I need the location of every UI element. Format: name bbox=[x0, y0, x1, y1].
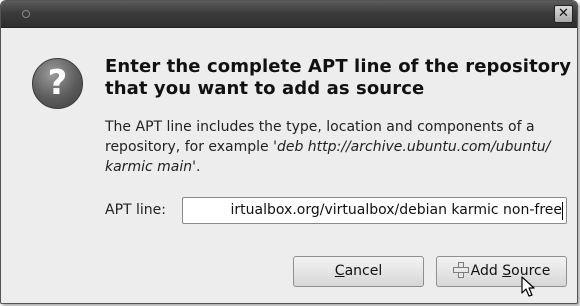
description-suffix: '. bbox=[192, 159, 201, 175]
dialog-description: The APT line includes the type, location… bbox=[105, 117, 555, 177]
apt-line-input[interactable]: irtualbox.org/virtualbox/debian karmic n… bbox=[182, 197, 567, 224]
cancel-button[interactable]: Cancel bbox=[293, 256, 424, 287]
dialog-heading: Enter the complete APT line of the repos… bbox=[105, 56, 572, 99]
text-caret bbox=[562, 202, 563, 220]
window-menu-icon[interactable] bbox=[22, 10, 30, 18]
close-icon: ✕ bbox=[558, 6, 569, 21]
add-mnemonic: S bbox=[502, 263, 512, 279]
add-source-dialog: ✕ ? Enter the complete APT line of the r… bbox=[0, 0, 578, 304]
titlebar: ✕ bbox=[1, 1, 577, 28]
cancel-label: ancel bbox=[344, 263, 383, 279]
close-button[interactable]: ✕ bbox=[554, 5, 573, 23]
add-source-button[interactable]: Add Source bbox=[436, 256, 567, 287]
question-icon: ? bbox=[32, 58, 83, 109]
cancel-mnemonic: C bbox=[334, 263, 345, 279]
mouse-pointer-icon bbox=[521, 276, 535, 297]
add-label-prefix: Add bbox=[470, 263, 503, 279]
apt-line-label: APT line: bbox=[105, 202, 167, 218]
apt-line-value: irtualbox.org/virtualbox/debian karmic n… bbox=[230, 202, 562, 218]
plus-icon bbox=[452, 262, 469, 278]
